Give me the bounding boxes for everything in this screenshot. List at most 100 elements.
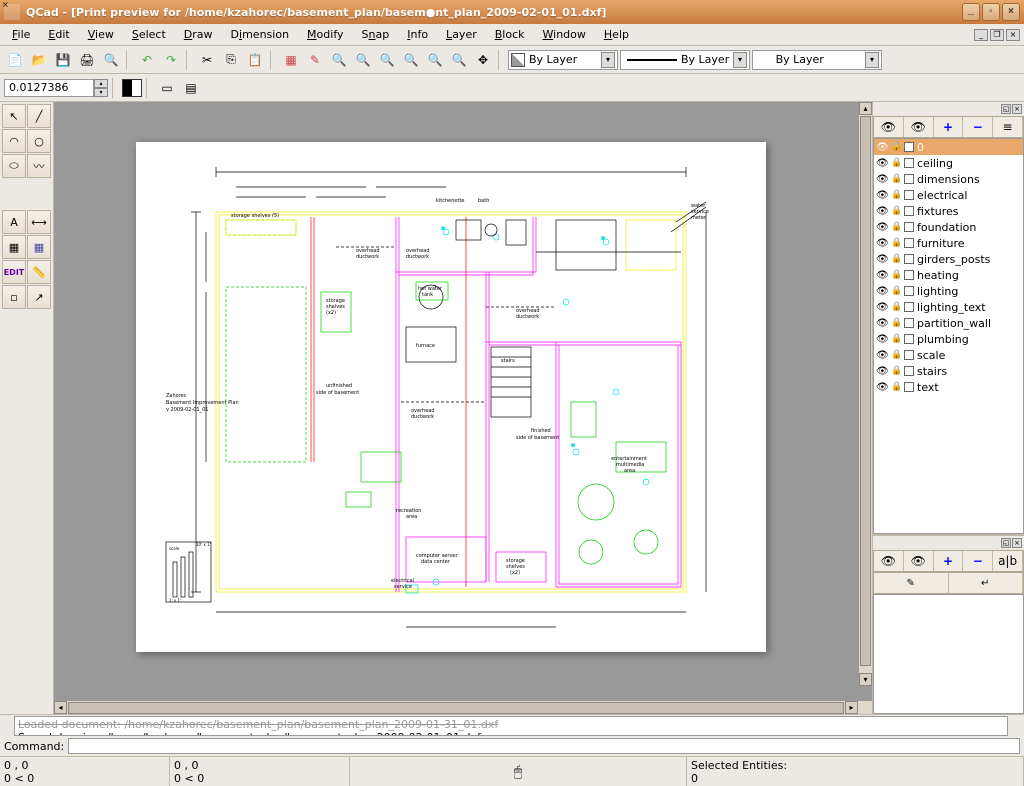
fit-page-icon[interactable]: ▭ [156, 77, 178, 99]
new-icon[interactable]: 📄 [4, 49, 26, 71]
copy-icon[interactable]: ⎘ [220, 49, 242, 71]
tool-block[interactable]: ↗ [27, 285, 51, 309]
block-panel-close[interactable]: × [1012, 538, 1022, 548]
tool-pointer[interactable]: ↖ [2, 104, 26, 128]
eye-icon[interactable]: 👁 [876, 270, 888, 281]
layer-row-0[interactable]: 👁🔒0 [874, 139, 1023, 155]
lock-icon[interactable]: 🔒 [891, 270, 901, 280]
layer-remove-button[interactable]: − [963, 117, 993, 137]
menu-block[interactable]: Block [487, 26, 533, 43]
tool-text[interactable]: A [2, 210, 26, 234]
layer-list[interactable]: 👁🔒0👁🔒ceiling👁🔒dimensions👁🔒electrical👁🔒fi… [873, 138, 1024, 534]
layer-row-girders_posts[interactable]: 👁🔒girders_posts [874, 251, 1023, 267]
block-show-icon[interactable]: 👁 [874, 551, 904, 571]
linewidth-combo[interactable]: By Layer ▾ [620, 50, 750, 70]
lock-icon[interactable]: 🔒 [891, 286, 901, 296]
tool-select[interactable]: ▫ [2, 285, 26, 309]
redo-icon[interactable]: ↷ [160, 49, 182, 71]
vertical-scrollbar[interactable]: ▴ ▾ [858, 102, 872, 686]
eye-icon[interactable]: 👁 [876, 334, 888, 345]
zoom-in-icon[interactable]: 🔍 [352, 49, 374, 71]
menu-window[interactable]: Window [535, 26, 594, 43]
layer-hide-all-icon[interactable]: 👁 [904, 117, 934, 137]
zoom-window-icon[interactable]: 🔍 [448, 49, 470, 71]
lock-icon[interactable]: 🔒 [891, 190, 901, 200]
eye-icon[interactable]: 👁 [876, 302, 888, 313]
lock-icon[interactable]: 🔒 [891, 318, 901, 328]
mdi-close[interactable]: × [1006, 29, 1020, 41]
drawing-canvas[interactable]: ✕ ✕ ✕ [54, 102, 872, 700]
save-icon[interactable]: 💾 [52, 49, 74, 71]
layer-row-ceiling[interactable]: 👁🔒ceiling [874, 155, 1023, 171]
tool-polyline[interactable]: 〰 [27, 154, 51, 178]
layer-row-stairs[interactable]: 👁🔒stairs [874, 363, 1023, 379]
menu-select[interactable]: Select [124, 26, 174, 43]
minimize-button[interactable]: _ [962, 3, 980, 21]
block-rename-icon[interactable]: a|b [993, 551, 1023, 571]
paste-icon[interactable]: 📋 [244, 49, 266, 71]
layer-edit-icon[interactable]: ≡ [993, 117, 1023, 137]
color-combo[interactable]: By Layer ▾ [508, 50, 618, 70]
tool-measure[interactable]: 📏 [27, 260, 51, 284]
lock-icon[interactable]: 🔒 [891, 238, 901, 248]
lock-icon[interactable]: 🔒 [891, 174, 901, 184]
eye-icon[interactable]: 👁 [876, 142, 888, 153]
lock-icon[interactable]: 🔒 [891, 254, 901, 264]
linetype-combo[interactable]: By Layer ▾ [752, 50, 882, 70]
menu-modify[interactable]: Modify [299, 26, 351, 43]
zoom-out-icon[interactable]: 🔍 [376, 49, 398, 71]
tool-hatch[interactable]: ▦ [2, 235, 26, 259]
lock-icon[interactable]: 🔒 [891, 302, 901, 312]
menu-draw[interactable]: Draw [176, 26, 221, 43]
layer-row-lighting_text[interactable]: 👁🔒lighting_text [874, 299, 1023, 315]
command-log[interactable]: Loaded document: /home/kzahorec/basement… [14, 716, 1008, 736]
eye-icon[interactable]: 👁 [876, 350, 888, 361]
layer-row-lighting[interactable]: 👁🔒lighting [874, 283, 1023, 299]
block-list[interactable] [873, 594, 1024, 714]
print-icon[interactable]: 🖨 [76, 49, 98, 71]
command-input[interactable] [68, 738, 1020, 754]
block-insert-icon[interactable]: ↵ [949, 573, 1024, 593]
layer-add-button[interactable]: + [934, 117, 964, 137]
layer-row-plumbing[interactable]: 👁🔒plumbing [874, 331, 1023, 347]
cut-icon[interactable]: ✂ [196, 49, 218, 71]
scale-down[interactable]: ▾ [94, 88, 108, 97]
lock-icon[interactable]: 🔒 [891, 334, 901, 344]
scale-field[interactable]: ▴ ▾ [4, 78, 108, 98]
lock-icon[interactable]: 🔒 [891, 206, 901, 216]
layer-row-partition_wall[interactable]: 👁🔒partition_wall [874, 315, 1023, 331]
eye-icon[interactable]: 👁 [876, 190, 888, 201]
layer-row-fixtures[interactable]: 👁🔒fixtures [874, 203, 1023, 219]
layer-row-furniture[interactable]: 👁🔒furniture [874, 235, 1023, 251]
eye-icon[interactable]: 👁 [876, 174, 888, 185]
lock-icon[interactable]: 🔒 [891, 366, 901, 376]
layer-row-electrical[interactable]: 👁🔒electrical [874, 187, 1023, 203]
eye-icon[interactable]: 👁 [876, 222, 888, 233]
eye-icon[interactable]: 👁 [876, 382, 888, 393]
layer-show-all-icon[interactable]: 👁 [874, 117, 904, 137]
scale-input[interactable] [4, 79, 94, 97]
eye-icon[interactable]: 👁 [876, 366, 888, 377]
menu-help[interactable]: Help [596, 26, 637, 43]
eye-icon[interactable]: 👁 [876, 286, 888, 297]
open-icon[interactable]: 📂 [28, 49, 50, 71]
layer-row-dimensions[interactable]: 👁🔒dimensions [874, 171, 1023, 187]
block-remove-button[interactable]: − [963, 551, 993, 571]
lock-icon[interactable]: 🔒 [891, 222, 901, 232]
draft-icon[interactable]: ✎ [304, 49, 326, 71]
lock-icon[interactable]: 🔒 [891, 350, 901, 360]
zoom-prev-icon[interactable]: 🔍 [424, 49, 446, 71]
center-page-icon[interactable]: ▤ [180, 77, 202, 99]
tool-arc[interactable]: ◠ [2, 129, 26, 153]
layer-panel-close[interactable]: × [1012, 104, 1022, 114]
horizontal-scrollbar[interactable]: ◂ ▸ [54, 700, 872, 714]
block-hide-icon[interactable]: 👁 [904, 551, 934, 571]
mdi-restore[interactable]: ❐ [990, 29, 1004, 41]
cmd-close-icon[interactable]: × [2, 0, 12, 10]
eye-icon[interactable]: 👁 [876, 238, 888, 249]
zoom-redraw-icon[interactable]: 🔍 [328, 49, 350, 71]
block-add-button[interactable]: + [934, 551, 964, 571]
grid-icon[interactable]: ▦ [280, 49, 302, 71]
menu-edit[interactable]: Edit [40, 26, 77, 43]
menu-file[interactable]: File [4, 26, 38, 43]
